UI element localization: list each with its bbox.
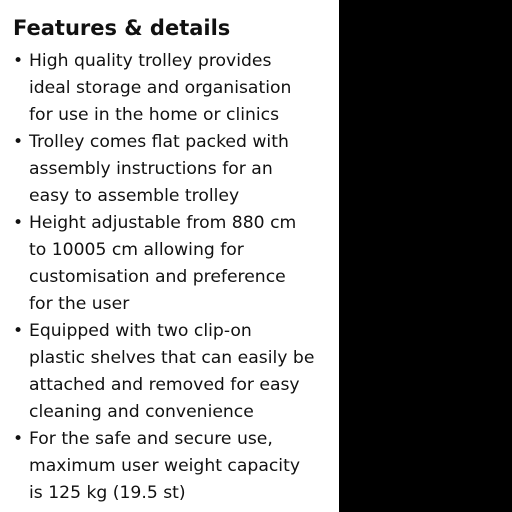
- feature-line: ideal storage and organisation: [29, 78, 292, 98]
- feature-item: • For the safe and secure use, maximum u…: [13, 426, 314, 507]
- feature-line: to 10005 cm allowing for: [29, 240, 244, 260]
- bullet-icon: •: [13, 132, 24, 152]
- feature-line: Equipped with two clip-on: [29, 321, 252, 341]
- feature-item: • Height adjustable from 880 cm to 10005…: [13, 210, 314, 318]
- feature-line: maximum user weight capacity: [29, 456, 300, 476]
- feature-line: is 125 kg (19.5 st): [29, 483, 186, 503]
- feature-line: customisation and preference: [29, 267, 286, 287]
- features-panel: Features & details • High quality trolle…: [0, 0, 339, 512]
- feature-line: easy to assemble trolley: [29, 186, 240, 206]
- feature-line: Trolley comes flat packed with: [29, 132, 289, 152]
- features-list: • High quality trolley provides ideal st…: [13, 48, 314, 507]
- black-margin: [339, 0, 512, 512]
- feature-line: For the safe and secure use,: [29, 429, 273, 449]
- feature-item: • High quality trolley provides ideal st…: [13, 48, 314, 129]
- feature-item: • Trolley comes flat packed with assembl…: [13, 129, 314, 210]
- feature-line: for the user: [29, 294, 130, 314]
- feature-line: High quality trolley provides: [29, 51, 272, 71]
- feature-line: attached and removed for easy: [29, 375, 300, 395]
- bullet-icon: •: [13, 321, 24, 341]
- feature-line: cleaning and convenience: [29, 402, 254, 422]
- bullet-icon: •: [13, 429, 24, 449]
- feature-item: • Equipped with two clip-on plastic shel…: [13, 318, 314, 426]
- features-title: Features & details: [13, 16, 231, 40]
- feature-line: for use in the home or clinics: [29, 105, 280, 125]
- bullet-icon: •: [13, 51, 24, 71]
- feature-line: Height adjustable from 880 cm: [29, 213, 297, 233]
- bullet-icon: •: [13, 213, 24, 233]
- feature-line: plastic shelves that can easily be: [29, 348, 315, 368]
- feature-line: assembly instructions for an: [29, 159, 273, 179]
